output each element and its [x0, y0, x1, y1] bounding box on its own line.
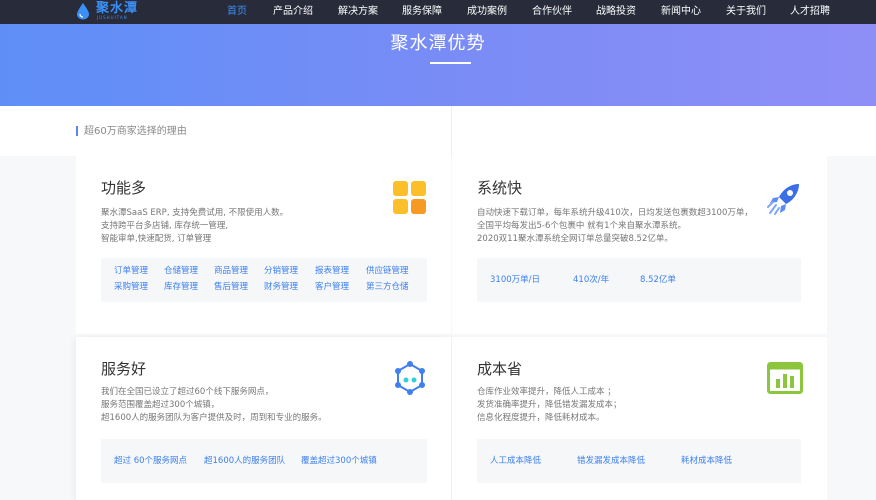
- card-service: 服务好 我们在全国已设立了超过60个线下服务网点， 服务范围覆盖超过300个城镇…: [76, 337, 451, 500]
- card-desc-line: 全国平均每发出5-6个包裹中 就有1个来自聚水潭系统。: [477, 221, 686, 231]
- tag-order[interactable]: 订单管理: [114, 266, 148, 277]
- card-desc-line: 支持跨平台多店铺, 库存统一管理,: [101, 221, 229, 231]
- nav-item-investment[interactable]: 战略投资: [596, 6, 636, 18]
- tag-finance[interactable]: 财务管理: [264, 282, 298, 293]
- nav-item-about[interactable]: 关于我们: [726, 6, 766, 18]
- rocket-icon: [767, 184, 799, 215]
- tag-warehouse[interactable]: 仓储管理: [164, 266, 198, 277]
- stat-upgrades-per-year: 410次/年: [573, 275, 610, 285]
- banner-underline: [430, 62, 471, 64]
- tag-customer[interactable]: 客户管理: [315, 282, 349, 293]
- water-drop-icon: [77, 3, 89, 20]
- banner-title: 聚水潭优势: [390, 33, 486, 54]
- card-desc-line: 智能审单,快速配货, 订单管理: [101, 234, 212, 244]
- stat-labor-cost: 人工成本降低: [490, 456, 542, 466]
- nav-item-partners[interactable]: 合作伙伴: [532, 6, 572, 18]
- card-desc-line: 2020双11聚水潭系统全网订单总量突破8.52亿单。: [477, 234, 673, 244]
- nav-item-news[interactable]: 新闻中心: [661, 6, 701, 18]
- card-desc-line: 发货准确率提升，降低错发漏发成本；: [477, 400, 622, 410]
- tag-box: 3100万单/日 410次/年 8.52亿单: [477, 258, 801, 302]
- tag-box: 订单管理 仓储管理 商品管理 分销管理 报表管理 供应链管理 采购管理 库存管理…: [101, 258, 427, 302]
- tag-distribution[interactable]: 分销管理: [264, 266, 298, 277]
- card-desc-line: 仓库作业效率提升，降低人工成本 ；: [477, 387, 616, 397]
- card-speed: 系统快 自动快速下载订单，每年系统升级410次，日均发送包裹数超3100万单， …: [452, 156, 827, 334]
- stat-orders-per-day: 3100万单/日: [490, 275, 540, 285]
- stat-service-cities: 覆盖超过300个城镇: [301, 456, 377, 466]
- tag-box: 人工成本降低 错发漏发成本降低 耗材成本降低: [477, 439, 801, 483]
- logo-text: 聚水潭: [96, 1, 139, 16]
- logo-subtext: JUSHUITAN: [97, 15, 128, 20]
- nav-item-service[interactable]: 服务保障: [402, 6, 442, 18]
- stat-material-cost: 耗材成本降低: [681, 456, 733, 466]
- stat-service-team: 超1600人的服务团队: [204, 456, 286, 466]
- banner: 聚水潭优势: [0, 24, 876, 106]
- card-title: 服务好: [101, 360, 147, 378]
- nav-item-cases[interactable]: 成功案例: [467, 6, 507, 18]
- section-subtitle: 超60万商家选择的理由: [84, 126, 187, 137]
- card-title: 功能多: [101, 179, 147, 197]
- tag-purchase[interactable]: 采购管理: [114, 282, 148, 293]
- card-title: 系统快: [477, 179, 523, 197]
- stat-error-cost: 错发漏发成本降低: [577, 456, 646, 466]
- card-desc-line: 超1600人的服务团队为客户提供及时，周到和专业的服务。: [101, 413, 327, 423]
- tag-after-sales[interactable]: 售后管理: [214, 282, 248, 293]
- card-cost: 成本省 仓库作业效率提升，降低人工成本 ； 发货准确率提升，降低错发漏发成本； …: [452, 337, 827, 500]
- section-divider: [451, 106, 452, 156]
- nav-item-careers[interactable]: 人才招聘: [790, 6, 830, 18]
- card-desc-line: 信息化程度提升，降低耗材成本。: [477, 413, 605, 423]
- tag-third-party-storage[interactable]: 第三方仓储: [366, 282, 409, 293]
- card-desc-line: 我们在全国已设立了超过60个线下服务网点，: [101, 387, 274, 397]
- tag-goods[interactable]: 商品管理: [214, 266, 248, 277]
- nav-item-solutions[interactable]: 解决方案: [338, 6, 378, 18]
- tag-supply-chain[interactable]: 供应链管理: [366, 266, 409, 277]
- card-features: 功能多 聚水潭SaaS ERP, 支持免费试用, 不限使用人数。 支持跨平台多店…: [76, 156, 451, 334]
- blocks-icon: [393, 181, 426, 214]
- bar-chart-icon: [767, 362, 803, 394]
- stat-service-points: 超过 60个服务网点: [114, 456, 188, 466]
- nav-item-home[interactable]: 首页: [227, 6, 247, 18]
- tag-box: 超过 60个服务网点 超1600人的服务团队 覆盖超过300个城镇: [101, 439, 427, 483]
- nav-item-products[interactable]: 产品介绍: [273, 6, 313, 18]
- tag-inventory[interactable]: 库存管理: [164, 282, 198, 293]
- tag-report[interactable]: 报表管理: [315, 266, 349, 277]
- stat-total-orders: 8.52亿单: [640, 275, 676, 285]
- card-desc-line: 自动快速下载订单，每年系统升级410次，日均发送包裹数超3100万单，: [477, 208, 753, 218]
- card-title: 成本省: [477, 360, 523, 378]
- network-nodes-icon: [395, 361, 425, 395]
- card-desc-line: 服务范围覆盖超过300个城镇，: [101, 400, 220, 410]
- section-marker: [76, 126, 78, 136]
- card-desc-line: 聚水潭SaaS ERP, 支持免费试用, 不限使用人数。: [101, 208, 289, 218]
- top-nav: 聚水潭 JUSHUITAN 首页 产品介绍 解决方案 服务保障 成功案例 合作伙…: [0, 0, 876, 24]
